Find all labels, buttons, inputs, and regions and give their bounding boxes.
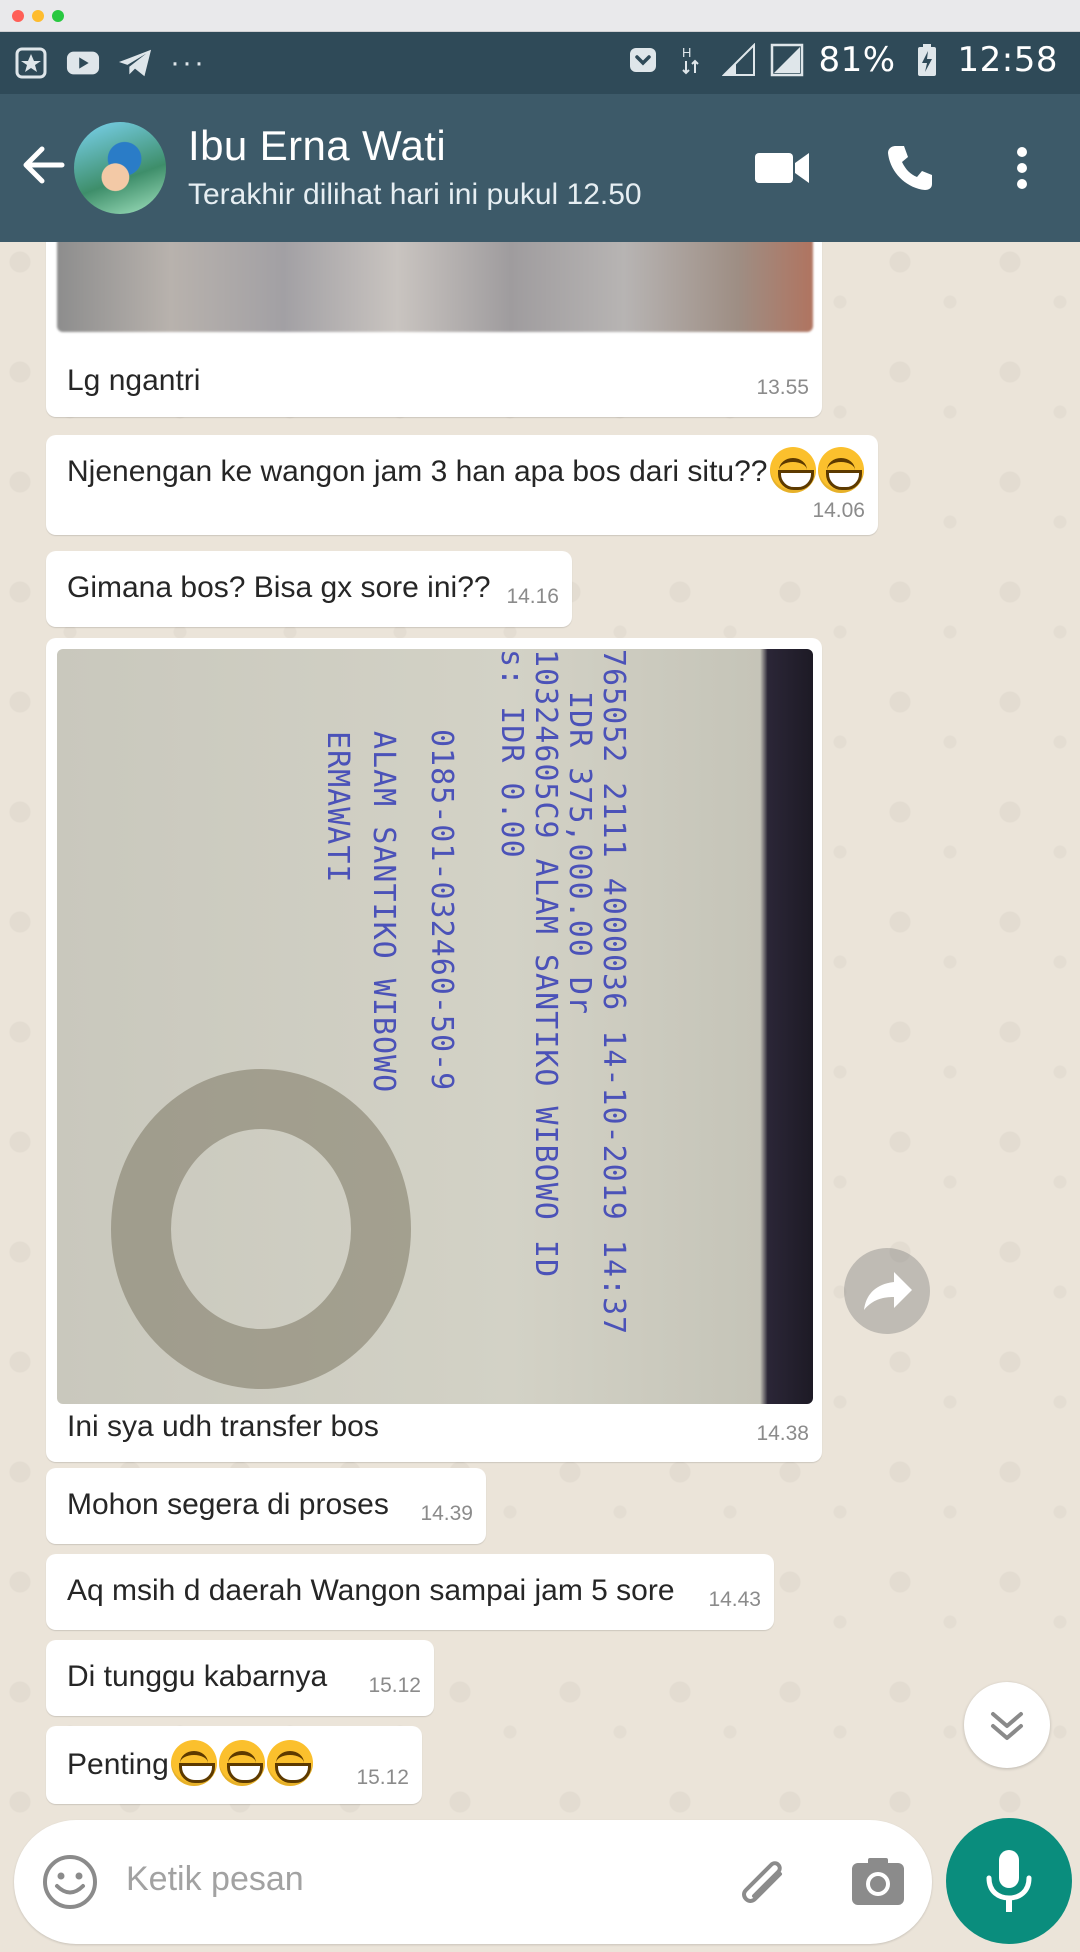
status-bar: ··· H 81% 12:58 bbox=[0, 32, 1080, 94]
message-time: 15.12 bbox=[368, 1674, 421, 1697]
signal-icon bbox=[722, 43, 756, 77]
contact-name[interactable]: Ibu Erna Wati bbox=[188, 122, 446, 170]
window-titlebar bbox=[0, 0, 1080, 32]
receipt-line: 765052 2111 4000036 14-10-2019 14:37 bbox=[596, 649, 631, 1336]
contact-avatar[interactable] bbox=[74, 122, 166, 214]
grinning-emoji-icon bbox=[266, 1740, 313, 1786]
receipt-line: ALAM SANTIKO WIBOWO bbox=[366, 731, 401, 1094]
message-text: Penting bbox=[67, 1740, 313, 1786]
message-input-bar: Ketik pesan bbox=[0, 1814, 1080, 1952]
receipt-line: 0185-01-032460-50-9 bbox=[424, 729, 459, 1092]
message-text: Gimana bos? Bisa gx sore ini?? bbox=[67, 571, 491, 604]
scroll-to-bottom-button[interactable] bbox=[964, 1682, 1050, 1768]
overflow-menu-icon[interactable] bbox=[992, 138, 1052, 198]
message-placeholder: Ketik pesan bbox=[126, 1860, 304, 1898]
last-seen-status: Terakhir dilihat hari ini pukul 12.50 bbox=[188, 178, 642, 211]
star-notification-icon bbox=[14, 46, 48, 80]
message-bubble[interactable]: 765052 2111 4000036 14-10-2019 14:37 IDR… bbox=[46, 638, 822, 1462]
attachment-icon[interactable] bbox=[732, 1850, 796, 1914]
receipt-line: IDR 375,000.00 Dr bbox=[562, 691, 597, 1016]
message-time: 14.16 bbox=[506, 585, 559, 608]
message-bubble[interactable]: Mohon segera di proses 14.39 bbox=[46, 1468, 486, 1544]
watermark-zero bbox=[111, 1069, 411, 1389]
battery-percentage: 81% bbox=[818, 40, 896, 80]
sim-signal-icon bbox=[770, 43, 804, 77]
message-time: 15.12 bbox=[356, 1766, 409, 1789]
message-time: 14.43 bbox=[708, 1588, 761, 1611]
message-time: 14.06 bbox=[812, 499, 865, 522]
minimize-window-button[interactable] bbox=[32, 10, 44, 22]
message-time: 13.55 bbox=[756, 376, 809, 399]
message-bubble[interactable]: Aq msih d daerah Wangon sampai jam 5 sor… bbox=[46, 1554, 774, 1630]
message-time: 14.38 bbox=[756, 1422, 809, 1445]
receipt-line: ERMAWATI bbox=[320, 731, 355, 884]
message-image[interactable] bbox=[57, 242, 813, 332]
youtube-notification-icon bbox=[66, 46, 100, 80]
grinning-emoji-icon bbox=[218, 1740, 265, 1786]
message-text: Ini sya udh transfer bos bbox=[67, 1410, 379, 1443]
message-bubble[interactable]: Gimana bos? Bisa gx sore ini?? 14.16 bbox=[46, 551, 572, 627]
data-transfer-icon: H bbox=[674, 43, 708, 77]
receipt-line: 10324605C9 ALAM SANTIKO WIBOWO ID bbox=[528, 649, 563, 1279]
chat-header: Ibu Erna Wati Terakhir dilihat hari ini … bbox=[0, 94, 1080, 242]
chat-messages-area[interactable]: Lg ngantri 13.55 Njenengan ke wangon jam… bbox=[0, 242, 1080, 1814]
more-notifications-icon: ··· bbox=[170, 46, 206, 79]
forward-arrow-icon bbox=[864, 1272, 912, 1310]
back-arrow-icon[interactable] bbox=[18, 140, 68, 190]
message-bubble[interactable]: Di tunggu kabarnya 15.12 bbox=[46, 1640, 434, 1716]
voice-call-icon[interactable] bbox=[880, 138, 940, 198]
receipt-line: s: IDR 0.00 bbox=[494, 649, 529, 859]
close-window-button[interactable] bbox=[12, 10, 24, 22]
grinning-emoji-icon bbox=[170, 1740, 217, 1786]
telegram-notification-icon bbox=[118, 46, 152, 80]
message-bubble[interactable]: Njenengan ke wangon jam 3 han apa bos da… bbox=[46, 435, 878, 535]
double-chevron-down-icon bbox=[991, 1712, 1023, 1740]
message-input-field[interactable]: Ketik pesan bbox=[14, 1820, 932, 1944]
svg-text:H: H bbox=[682, 45, 691, 60]
grinning-emoji-icon bbox=[817, 447, 864, 493]
camera-icon[interactable] bbox=[846, 1850, 910, 1914]
message-text: Lg ngantri bbox=[67, 364, 201, 397]
pocket-icon bbox=[626, 43, 660, 77]
message-bubble[interactable]: Penting 15.12 bbox=[46, 1726, 422, 1804]
message-time: 14.39 bbox=[420, 1502, 473, 1525]
message-text: Mohon segera di proses bbox=[67, 1488, 389, 1521]
message-text: Aq msih d daerah Wangon sampai jam 5 sor… bbox=[67, 1574, 675, 1607]
emoji-icon[interactable] bbox=[38, 1850, 102, 1914]
voice-message-button[interactable] bbox=[946, 1818, 1072, 1944]
video-call-icon[interactable] bbox=[752, 138, 812, 198]
battery-charging-icon bbox=[910, 43, 944, 77]
maximize-window-button[interactable] bbox=[52, 10, 64, 22]
message-text: Njenengan ke wangon jam 3 han apa bos da… bbox=[67, 447, 864, 493]
message-image[interactable]: 765052 2111 4000036 14-10-2019 14:37 IDR… bbox=[57, 649, 813, 1404]
message-bubble[interactable]: Lg ngantri 13.55 bbox=[46, 242, 822, 417]
grinning-emoji-icon bbox=[769, 447, 816, 493]
message-text: Di tunggu kabarnya bbox=[67, 1660, 328, 1693]
microphone-icon bbox=[986, 1850, 1032, 1912]
forward-button[interactable] bbox=[844, 1248, 930, 1334]
clock: 12:58 bbox=[957, 40, 1058, 80]
